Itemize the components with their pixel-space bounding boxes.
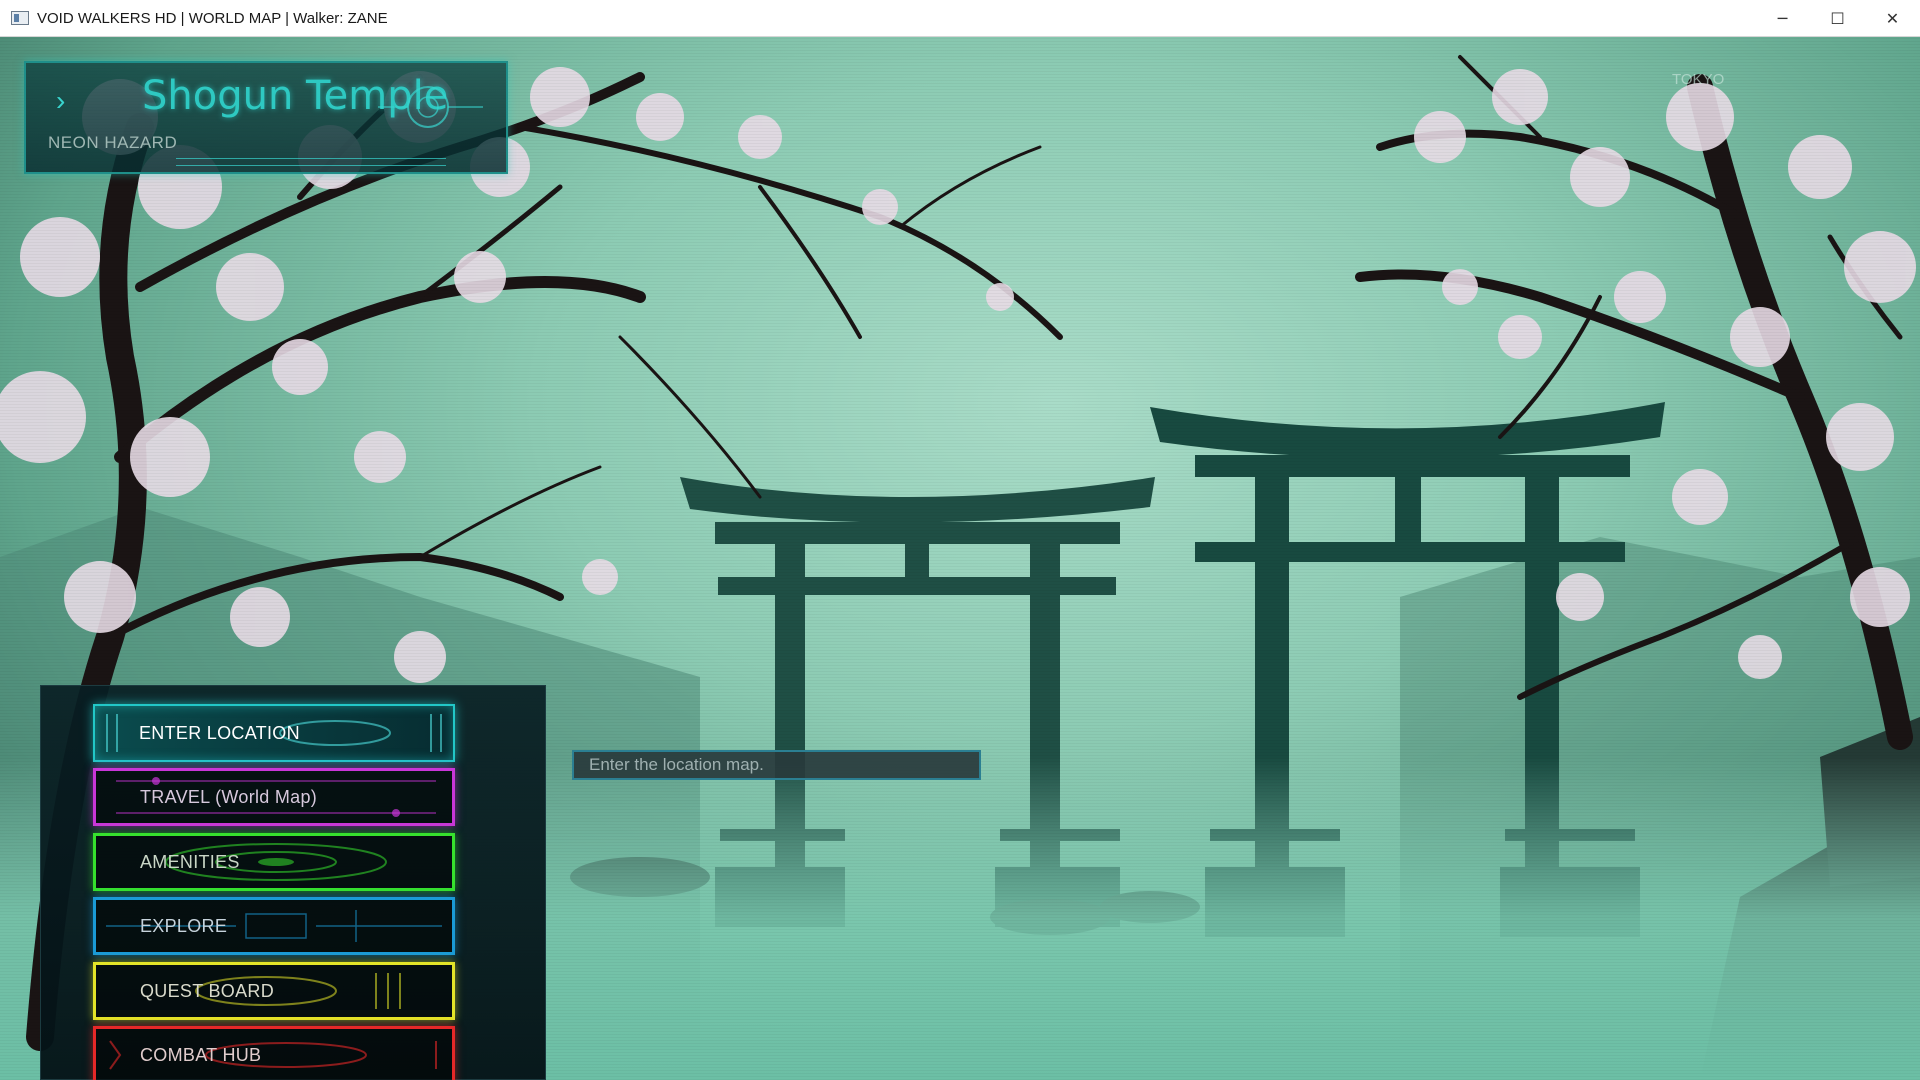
action-hint-tooltip: Enter the location map. bbox=[572, 750, 981, 780]
travel-world-map-button[interactable]: TRAVEL (World Map) bbox=[93, 768, 455, 826]
location-banner: › Shogun Temple NEON HAZARD bbox=[24, 61, 508, 174]
window-controls: ─ ☐ ✕ bbox=[1755, 0, 1920, 37]
menu-button-label: QUEST BOARD bbox=[140, 980, 274, 1001]
minimize-icon[interactable]: ─ bbox=[1755, 0, 1810, 37]
location-subtitle: NEON HAZARD bbox=[48, 133, 178, 152]
maximize-icon[interactable]: ☐ bbox=[1810, 0, 1865, 37]
region-label: TOKYO bbox=[1672, 71, 1725, 88]
combat-hub-button[interactable]: COMBAT HUB bbox=[93, 1026, 455, 1080]
command-menu-panel: ENTER LOCATION TRAVEL (World Map) AMENIT… bbox=[40, 685, 546, 1080]
banner-strip bbox=[176, 158, 446, 166]
menu-button-label: COMBAT HUB bbox=[140, 1044, 262, 1065]
explore-button[interactable]: EXPLORE bbox=[93, 897, 455, 955]
menu-button-label: ENTER LOCATION bbox=[139, 722, 300, 743]
game-scene: › Shogun Temple NEON HAZARD TOKYO ENTER … bbox=[0, 37, 1920, 1080]
menu-button-label: AMENITIES bbox=[140, 851, 240, 872]
close-icon[interactable]: ✕ bbox=[1865, 0, 1920, 37]
hint-text: Enter the location map. bbox=[589, 755, 764, 774]
menu-button-label: EXPLORE bbox=[140, 915, 228, 936]
app-icon bbox=[11, 11, 29, 25]
quest-board-button[interactable]: QUEST BOARD bbox=[93, 962, 455, 1020]
banner-ornament-icon bbox=[378, 86, 483, 128]
window-titlebar: VOID WALKERS HD | WORLD MAP | Walker: ZA… bbox=[0, 0, 1920, 37]
enter-location-button[interactable]: ENTER LOCATION bbox=[93, 704, 455, 762]
menu-button-label: TRAVEL (World Map) bbox=[140, 786, 318, 807]
amenities-button[interactable]: AMENITIES bbox=[93, 833, 455, 891]
window-title: VOID WALKERS HD | WORLD MAP | Walker: ZA… bbox=[37, 9, 388, 27]
chevron-right-icon: › bbox=[56, 85, 66, 116]
